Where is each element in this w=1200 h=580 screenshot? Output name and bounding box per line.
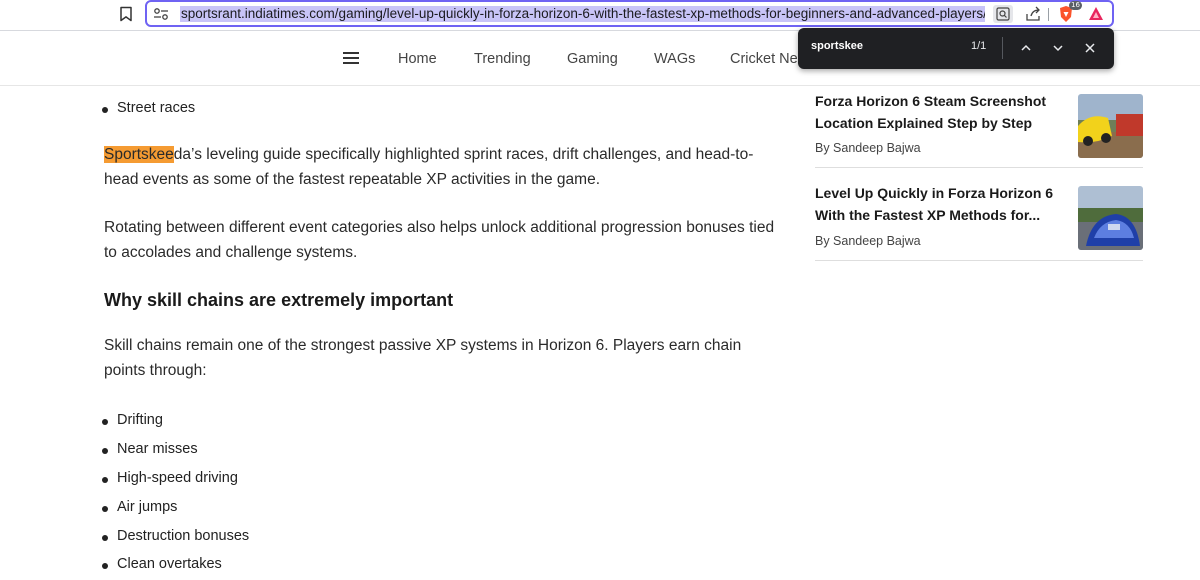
related-story-author: By Sandeep Bajwa [815,234,921,248]
paragraph-text: da’s leveling guide specifically highlig… [104,146,754,188]
find-input[interactable] [811,40,951,52]
nav-cricket-news[interactable]: Cricket Ne [730,51,798,67]
list-item: Street races [101,100,196,116]
nav-wags[interactable]: WAGs [654,51,695,67]
article-paragraph: Rotating between different event categor… [104,219,775,261]
find-bar: 1/1 [798,28,1114,69]
find-divider [1002,37,1003,59]
menu-icon[interactable] [343,52,359,65]
list-item: Destruction bonuses [101,528,250,544]
list-item: High-speed driving [102,470,238,486]
list-item: Drifting [102,412,163,428]
bookmark-icon[interactable] [119,6,133,22]
section-heading: Why skill chains are extremely important [104,290,454,310]
list-item: Near misses [102,441,198,457]
url-text[interactable]: sportsrant.indiatimes.com/gaming/level-u… [180,6,985,22]
related-story-thumbnail[interactable] [1078,94,1143,158]
article-paragraph: Sportskeeda’s leveling guide specificall… [104,143,784,192]
related-story-card[interactable]: Forza Horizon 6 Steam Screenshot Locatio… [815,90,1143,168]
site-settings-icon[interactable] [153,7,169,21]
article-body: Street races Sportskeeda’s leveling guid… [0,86,790,580]
find-match-count: 1/1 [971,40,987,52]
list-item: Clean overtakes [102,556,222,572]
related-story-author: By Sandeep Bajwa [815,141,921,155]
related-story-title[interactable]: Level Up Quickly in Forza Horizon 6 With… [815,182,1060,226]
share-icon[interactable] [1024,6,1042,22]
shields-count-badge: 16 [1069,1,1082,10]
find-in-page-icon[interactable] [993,5,1013,23]
article-paragraph: Skill chains remain one of the strongest… [104,337,742,379]
brave-rewards-icon[interactable] [1088,6,1104,22]
find-match-highlight: Sportskee [104,146,174,163]
address-bar[interactable]: sportsrant.indiatimes.com/gaming/level-u… [145,0,1114,27]
nav-gaming[interactable]: Gaming [567,51,618,67]
chevron-down-icon[interactable] [1048,38,1068,58]
related-story-card[interactable]: Level Up Quickly in Forza Horizon 6 With… [815,182,1143,261]
related-story-title[interactable]: Forza Horizon 6 Steam Screenshot Locatio… [815,90,1060,134]
nav-trending[interactable]: Trending [474,51,531,67]
list-item: Air jumps [101,499,178,515]
related-story-thumbnail[interactable] [1078,186,1143,250]
browser-toolbar: sportsrant.indiatimes.com/gaming/level-u… [0,0,1200,31]
nav-home[interactable]: Home [398,51,437,67]
close-icon[interactable] [1080,38,1100,58]
toolbar-divider [1048,8,1049,21]
chevron-up-icon[interactable] [1016,38,1036,58]
